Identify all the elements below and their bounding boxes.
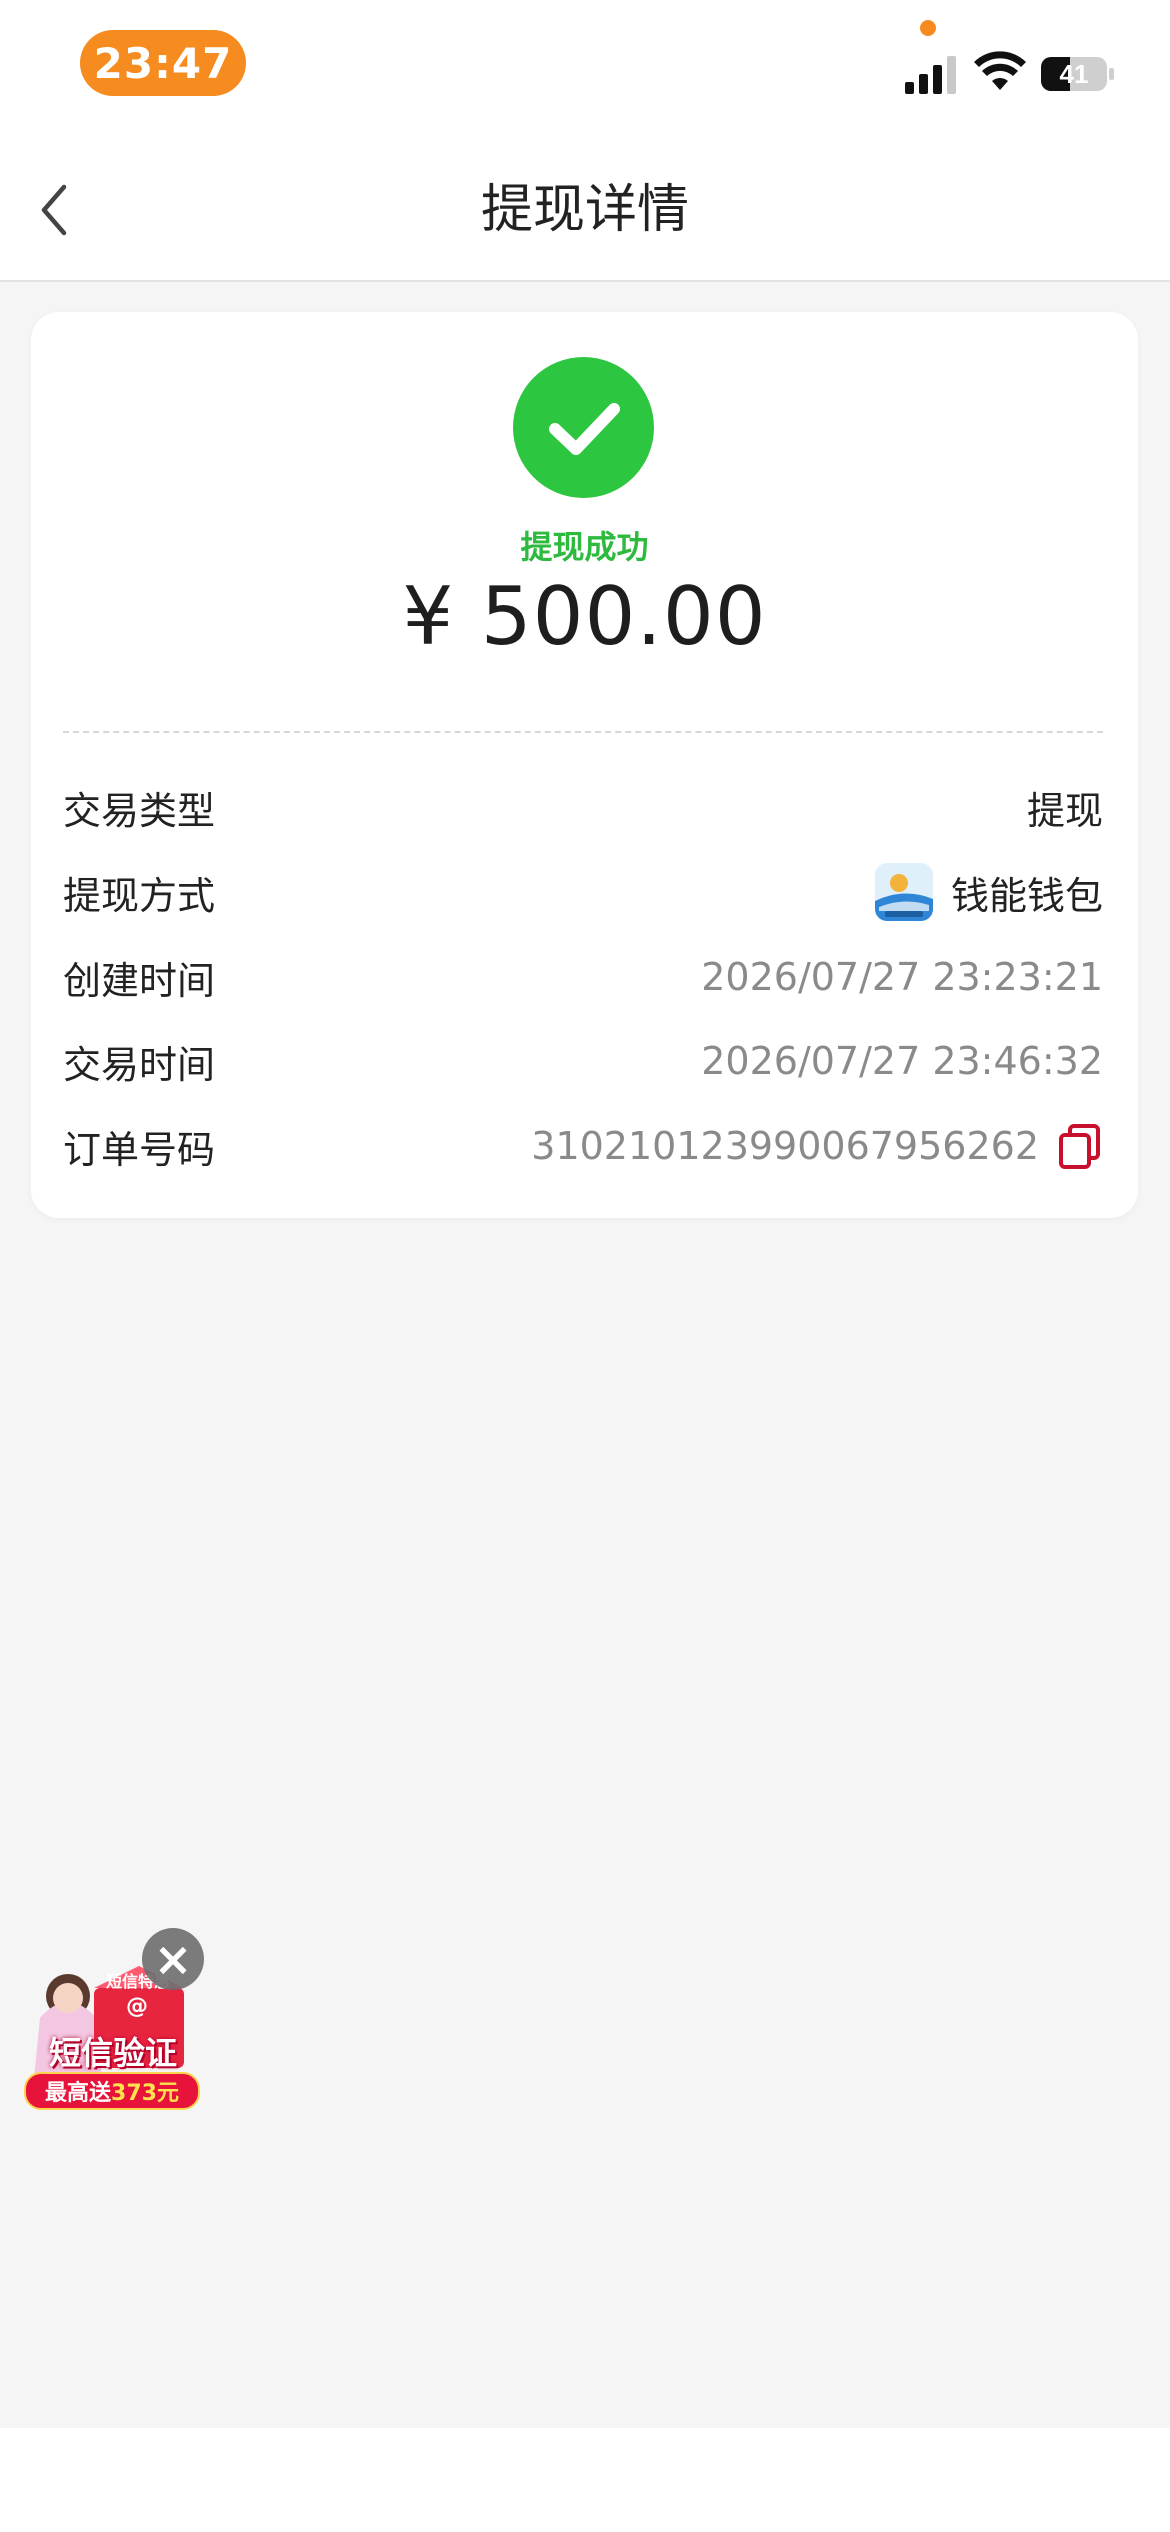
detail-label: 交易类型 [63,788,216,833]
copy-icon[interactable] [1057,1123,1103,1169]
detail-row-created: 创建时间 2026/07/27 23:23:21 [63,942,1103,1012]
detail-row-transaction-time: 交易时间 2026/07/27 23:46:32 [63,1026,1103,1096]
wallet-app-icon [874,863,933,921]
battery-icon: 41 [1041,57,1114,91]
detail-label: 交易时间 [63,1042,216,1087]
detail-row-type: 交易类型 提现 [63,772,1103,842]
detail-row-order-number: 订单号码 310210123990067956262 [63,1111,1103,1181]
detail-value: 2026/07/27 23:46:32 [701,1039,1103,1083]
promo-sub-amount: 373元 [111,2081,179,2106]
promo-subtitle: 最高送 373元 [24,2072,200,2110]
page-title: 提现详情 [480,180,689,240]
cellular-signal-icon [905,56,956,94]
status-time: 23:47 [80,30,246,96]
close-icon[interactable]: × [142,1928,204,1990]
detail-label: 创建时间 [63,958,216,1003]
privacy-indicator-dot [920,20,936,36]
promo-title: 短信验证 [48,2034,177,2072]
detail-value-method: 钱能钱包 [874,863,1103,921]
bottom-safe-area [0,2428,1170,2532]
detail-label: 提现方式 [63,873,216,918]
wallet-name: 钱能钱包 [950,873,1103,918]
withdrawal-detail-card: 提现成功 ¥ 500.00 交易类型 提现 提现方式 钱能钱包 创建时间 202… [31,312,1138,1218]
status-label: 提现成功 [520,528,649,566]
detail-label: 订单号码 [63,1127,216,1172]
promo-sub-prefix: 最高送 [45,2081,112,2106]
detail-value-order: 310210123990067956262 [531,1123,1103,1169]
top-bar: 23:47 41 提现详情 [0,0,1170,282]
battery-level: 41 [1060,59,1089,89]
wifi-icon [974,51,1026,90]
order-number: 310210123990067956262 [531,1124,1039,1168]
detail-value: 2026/07/27 23:23:21 [701,955,1103,999]
amount-value: ¥ 500.00 [402,570,767,663]
check-icon [513,357,654,498]
dashed-divider [63,731,1103,733]
detail-value: 提现 [1026,788,1103,833]
at-icon: @ [126,1994,148,2019]
detail-row-method: 提现方式 钱能钱包 [63,857,1103,927]
